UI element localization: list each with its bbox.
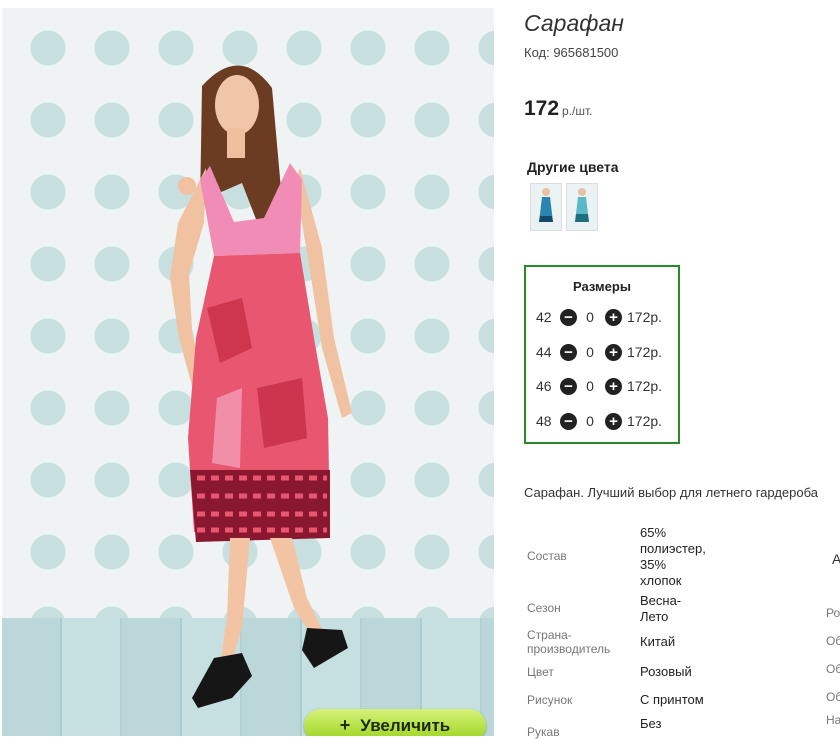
size-price: 172р. [627, 413, 663, 429]
attr-value-sleeve: Без [640, 716, 662, 731]
sizes-title: Размеры [573, 279, 631, 294]
size-row: 48 − 0 + 172р. [536, 411, 662, 431]
minus-button[interactable]: − [560, 343, 577, 361]
plus-button[interactable]: + [605, 308, 622, 326]
size-row: 46 − 0 + 172р. [536, 376, 662, 396]
attr-value-country: Китай [640, 634, 676, 649]
attr-label-season: Сезон [527, 601, 561, 615]
size-price: 172р. [627, 378, 663, 394]
attr-value-line: 65% [640, 525, 667, 540]
size-quantity[interactable]: 0 [577, 309, 603, 325]
size-label: 44 [536, 344, 552, 360]
cut-text-fragment: На [826, 713, 840, 727]
color-thumb-blue-1[interactable] [530, 183, 562, 231]
cut-text-fragment: Ро [826, 606, 840, 620]
zoom-label: Увеличить [360, 715, 451, 735]
product-code: Код: 965681500 [524, 45, 619, 60]
product-price: 172 р./шт. [524, 97, 593, 121]
plus-button[interactable]: + [605, 377, 622, 395]
model-figure [170, 65, 352, 708]
product-description: Сарафан. Лучший выбор для летнего гардер… [524, 485, 818, 500]
attr-value-line: 35% [640, 557, 667, 572]
attr-value-line: полиэстер, [640, 541, 706, 556]
size-label: 42 [536, 309, 552, 325]
attr-label-country: Страна- производитель [527, 628, 610, 656]
sizes-panel: Размеры 42 − 0 + 172р. 44 − 0 + 172р. 46… [524, 265, 680, 444]
attr-label-composition: Состав [527, 549, 567, 563]
size-row: 42 − 0 + 172р. [536, 307, 662, 327]
minus-button[interactable]: − [560, 308, 577, 326]
other-colors-title: Другие цвета [527, 159, 619, 175]
attr-label-line: Страна- [527, 628, 572, 642]
teal-dress-thumb-icon [575, 188, 589, 222]
cut-text-fragment: Об [826, 634, 840, 648]
price-value: 172 [524, 97, 560, 120]
attr-value-pattern: С принтом [640, 692, 704, 707]
size-quantity[interactable]: 0 [577, 413, 603, 429]
attr-label-sleeve: Рукав [527, 725, 560, 739]
attr-value-line: хлопок [640, 573, 682, 588]
attr-label-pattern: Рисунок [527, 693, 573, 707]
attr-value-line: Лето [640, 609, 669, 624]
attr-value-season: Весна- Лето [640, 593, 681, 625]
color-thumb-blue-2[interactable] [566, 183, 598, 231]
minus-button[interactable]: − [560, 377, 577, 395]
size-price: 172р. [627, 309, 663, 325]
size-price: 172р. [627, 344, 663, 360]
size-quantity[interactable]: 0 [577, 378, 603, 394]
price-unit: р./шт. [562, 104, 593, 118]
product-photo[interactable]: + Увеличить [2, 8, 494, 736]
zoom-button[interactable]: + Увеличить [304, 709, 486, 736]
size-label: 48 [536, 413, 552, 429]
size-label: 46 [536, 378, 552, 394]
blue-dress-thumb-icon [539, 188, 553, 222]
attr-value-composition: 65% полиэстер, 35% хлопок [640, 525, 706, 589]
attr-label-line: производитель [527, 642, 611, 656]
attr-value-line: Весна- [640, 593, 682, 608]
plus-button[interactable]: + [605, 343, 622, 361]
attr-label-color: Цвет [527, 665, 554, 679]
cut-text-fragment: А [832, 551, 840, 567]
attr-value-color: Розовый [640, 664, 692, 679]
cut-text-fragment: Об [826, 662, 840, 676]
plus-button[interactable]: + [605, 412, 622, 430]
product-title: Сарафан [524, 10, 624, 36]
size-row: 44 − 0 + 172р. [536, 342, 662, 362]
cut-text-fragment: Об [826, 690, 840, 704]
plus-icon: + [339, 715, 351, 735]
minus-button[interactable]: − [560, 412, 577, 430]
size-quantity[interactable]: 0 [577, 344, 603, 360]
